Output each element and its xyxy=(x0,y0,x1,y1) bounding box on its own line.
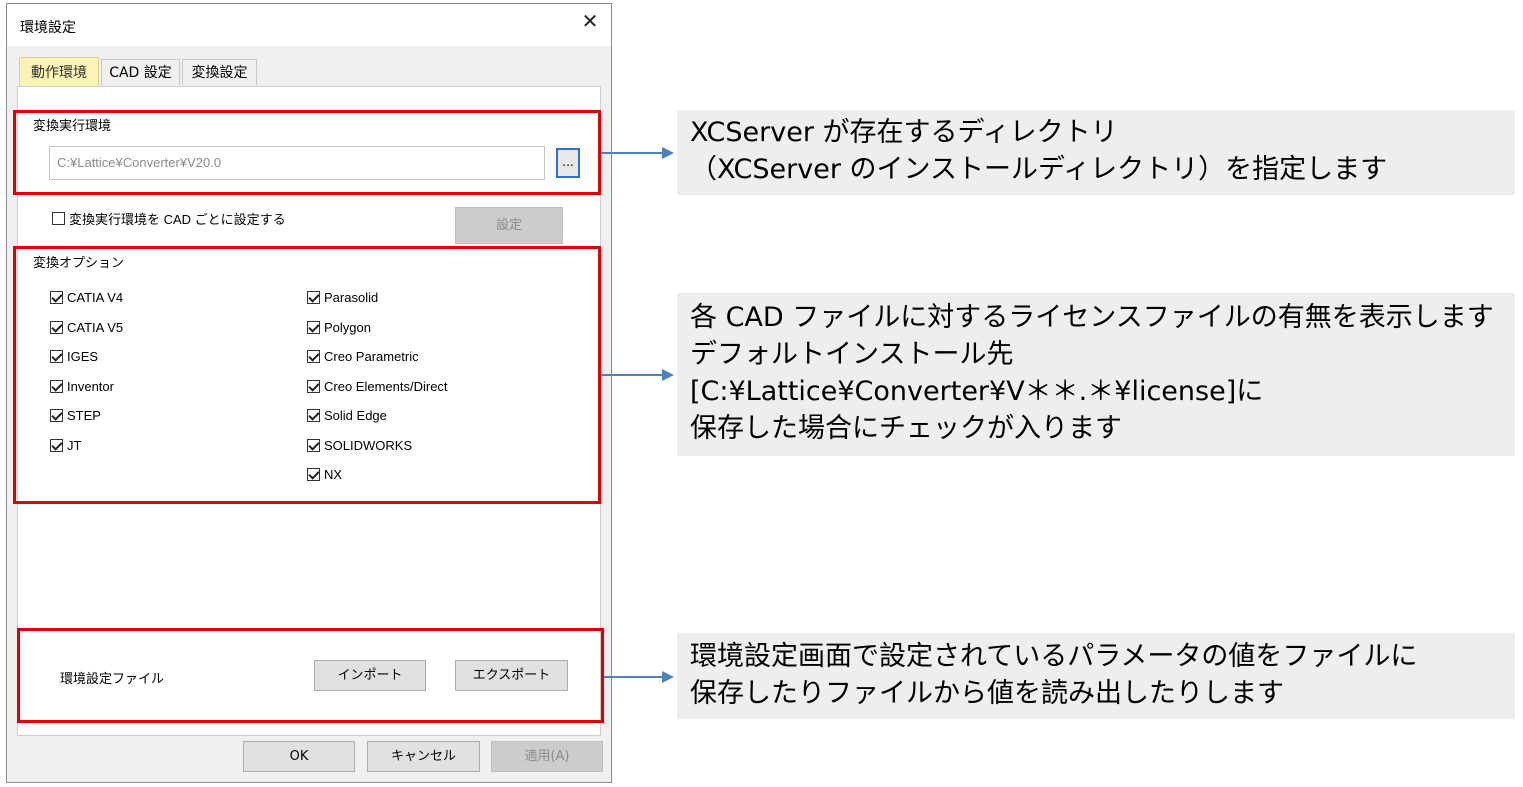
option-iges[interactable]: IGES xyxy=(50,348,98,364)
checkbox[interactable] xyxy=(50,409,63,423)
checkbox[interactable] xyxy=(307,291,320,305)
checkbox[interactable] xyxy=(50,350,63,364)
option-label: Parasolid xyxy=(324,290,379,306)
arrow-line-1 xyxy=(601,152,664,154)
option-label: IGES xyxy=(67,349,99,365)
option-creo-parametric[interactable]: Creo Parametric xyxy=(307,348,419,364)
option-catia-v5[interactable]: CATIA V5 xyxy=(50,319,123,335)
option-creo-elements-direct[interactable]: Creo Elements/Direct xyxy=(307,378,448,394)
option-label: Polygon xyxy=(324,320,371,336)
checkbox[interactable] xyxy=(50,291,63,305)
callout-line: 環境設定画面で設定されているパラメータの値をファイルに xyxy=(690,641,1418,672)
callout-line: 保存したりファイルから値を読み出したりします xyxy=(690,678,1284,709)
option-jt[interactable]: JT xyxy=(50,437,81,453)
per-cad-option[interactable]: 変換実行環境を CAD ごとに設定する xyxy=(52,209,286,228)
ok-button[interactable]: OK xyxy=(243,741,355,772)
window-title: 環境設定 xyxy=(20,20,76,36)
option-solid-edge[interactable]: Solid Edge xyxy=(307,407,387,423)
option-inventor[interactable]: Inventor xyxy=(50,378,114,394)
checkbox[interactable] xyxy=(307,468,320,482)
tab-cad-settings[interactable]: CAD 設定 xyxy=(101,59,180,85)
option-label: JT xyxy=(67,438,82,454)
arrow-line-3 xyxy=(604,676,664,678)
option-label: Creo Elements/Direct xyxy=(324,379,448,395)
import-button[interactable]: インポート xyxy=(314,660,426,691)
callout-line: XCServer が存在するディレクトリ xyxy=(690,117,1118,148)
option-label: Inventor xyxy=(67,379,114,395)
arrow-head-3 xyxy=(662,671,674,683)
checkbox[interactable] xyxy=(307,439,320,453)
browse-button[interactable]: ... xyxy=(556,148,580,178)
per-cad-label: 変換実行環境を CAD ごとに設定する xyxy=(69,212,286,227)
tab-conversion-settings[interactable]: 変換設定 xyxy=(182,59,257,85)
option-label: Solid Edge xyxy=(324,408,387,424)
option-solidworks[interactable]: SOLIDWORKS xyxy=(307,437,412,453)
option-step[interactable]: STEP xyxy=(50,407,101,423)
callout-exec-env: XCServer が存在するディレクトリ （XCServer のインストールディ… xyxy=(677,110,1515,195)
arrow-head-2 xyxy=(662,369,674,381)
option-parasolid[interactable]: Parasolid xyxy=(307,289,378,305)
per-cad-checkbox[interactable] xyxy=(52,212,65,225)
export-button[interactable]: エクスポート xyxy=(455,660,568,691)
arrow-line-2 xyxy=(601,374,664,376)
settings-button[interactable]: 設定 xyxy=(455,207,563,244)
option-polygon[interactable]: Polygon xyxy=(307,319,371,335)
callout-line: 各 CAD ファイルに対するライセンスファイルの有無を表示します xyxy=(690,302,1494,333)
option-label: Creo Parametric xyxy=(324,349,419,365)
checkbox[interactable] xyxy=(307,350,320,364)
settings-file-label: 環境設定ファイル xyxy=(60,672,165,687)
option-nx[interactable]: NX xyxy=(307,466,342,482)
callout-line: デフォルトインストール先 xyxy=(690,339,1014,370)
checkbox[interactable] xyxy=(50,380,63,394)
tab-operating-env[interactable]: 動作環境 xyxy=(19,57,99,87)
checkbox[interactable] xyxy=(307,409,320,423)
callout-options: 各 CAD ファイルに対するライセンスファイルの有無を表示します デフォルトイン… xyxy=(677,293,1515,456)
option-label: CATIA V5 xyxy=(67,320,124,336)
checkbox[interactable] xyxy=(307,380,320,394)
option-label: NX xyxy=(324,467,343,483)
close-icon[interactable]: ✕ xyxy=(579,10,601,32)
apply-button[interactable]: 適用(A) xyxy=(491,741,603,772)
checkbox[interactable] xyxy=(50,439,63,453)
option-label: STEP xyxy=(67,408,101,424)
checkbox[interactable] xyxy=(307,321,320,335)
callout-line: 保存した場合にチェックが入ります xyxy=(690,413,1122,444)
arrow-head-1 xyxy=(662,147,674,159)
option-label: SOLIDWORKS xyxy=(324,438,413,454)
callout-settings-file: 環境設定画面で設定されているパラメータの値をファイルに 保存したりファイルから値… xyxy=(677,633,1515,719)
title-bar: 環境設定 ✕ xyxy=(7,4,611,46)
callout-line: （XCServer のインストールディレクトリ）を指定します xyxy=(690,154,1388,185)
callout-line: [C:¥Lattice¥Converter¥V＊＊.＊¥license]に xyxy=(690,376,1264,407)
checkbox[interactable] xyxy=(50,321,63,335)
cancel-button[interactable]: キャンセル xyxy=(367,741,480,772)
option-catia-v4[interactable]: CATIA V4 xyxy=(50,289,123,305)
exec-path-input[interactable]: C:¥Lattice¥Converter¥V20.0 xyxy=(49,146,545,180)
option-label: CATIA V4 xyxy=(67,290,124,306)
exec-env-label: 変換実行環境 xyxy=(33,119,112,134)
options-label: 変換オプション xyxy=(33,256,125,271)
